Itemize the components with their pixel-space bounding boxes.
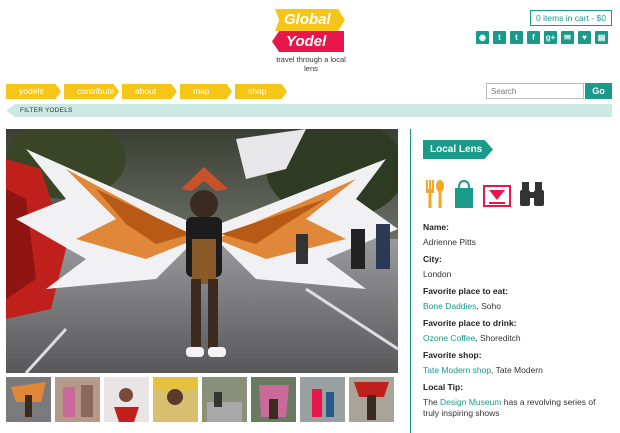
tip-link[interactable]: Design Museum — [440, 397, 501, 407]
name-value: Adrienne Pitts — [423, 237, 476, 247]
eat-link[interactable]: Bone Daddies — [423, 301, 476, 311]
email-icon[interactable]: ✉ — [561, 31, 574, 44]
city-value: London — [423, 269, 452, 279]
tagline: travel through a local lens — [276, 55, 346, 73]
search-go-button[interactable]: Go — [585, 83, 612, 99]
shop-value: Tate Modern shop, Tate Modern — [423, 365, 613, 376]
nav-map[interactable]: map — [180, 84, 232, 99]
drink-value: Ozone Coffee, Shoreditch — [423, 333, 613, 344]
binoculars-icon — [520, 182, 544, 206]
eat-location: , Soho — [476, 301, 501, 311]
facebook-icon[interactable]: f — [527, 31, 540, 44]
nav-yodels[interactable]: yodels — [6, 84, 61, 99]
twitter-icon[interactable]: t — [493, 31, 506, 44]
drink-label: Favorite place to drink: — [423, 318, 517, 328]
google-plus-icon[interactable]: g+ — [544, 31, 557, 44]
shopping-bag-icon — [455, 180, 473, 208]
logo-yodel[interactable]: Yodel — [272, 31, 344, 52]
nav-shop[interactable]: shop — [235, 84, 287, 99]
local-lens-badge: Local Lens — [423, 140, 493, 159]
tip-prefix: The — [423, 397, 441, 407]
eat-value: Bone Daddies, Soho — [423, 301, 613, 312]
eat-label: Favorite place to eat: — [423, 286, 509, 296]
drink-location: , Shoreditch — [475, 333, 521, 343]
drink-link[interactable]: Ozone Coffee — [423, 333, 475, 343]
thumbnail[interactable] — [251, 377, 296, 422]
tumblr-icon[interactable]: t — [510, 31, 523, 44]
thumbnail[interactable] — [349, 377, 394, 422]
shop-label: Favorite shop: — [423, 350, 482, 360]
like-icon[interactable]: ♥ — [578, 31, 591, 44]
thumbnail[interactable] — [55, 377, 100, 422]
book-icon[interactable]: ▤ — [595, 31, 608, 44]
column-divider — [410, 129, 411, 433]
shop-location: , Tate Modern — [491, 365, 543, 375]
fork-spoon-icon — [426, 180, 444, 208]
shop-link[interactable]: Tate Modern shop — [423, 365, 491, 375]
local-lens-info: Name: Adrienne Pitts City: London Favori… — [423, 222, 613, 419]
thumbnail[interactable] — [202, 377, 247, 422]
social-links: ◉ t t f g+ ✉ ♥ ▤ — [476, 31, 608, 45]
category-icons — [423, 180, 545, 208]
nav-about[interactable]: about — [122, 84, 177, 99]
logo-global[interactable]: Global — [275, 9, 345, 31]
cart-button[interactable]: 0 items in cart - $0 — [530, 10, 612, 26]
search-input[interactable] — [486, 83, 584, 99]
thumbnail[interactable] — [153, 377, 198, 422]
thumbnail-strip — [6, 377, 394, 422]
tip-label: Local Tip: — [423, 382, 463, 392]
thumbnail[interactable] — [300, 377, 345, 422]
filter-yodels-bar[interactable]: FILTER YODELS — [6, 104, 612, 117]
thumbnail[interactable] — [6, 377, 51, 422]
main-nav: yodels contribute about map shop — [6, 84, 290, 99]
instagram-icon[interactable]: ◉ — [476, 31, 489, 44]
thumbnail[interactable] — [104, 377, 149, 422]
city-label: City: — [423, 254, 442, 264]
main-photo[interactable] — [6, 129, 398, 373]
cocktail-icon — [483, 185, 511, 207]
tip-value: The Design Museum has a revolving series… — [423, 397, 613, 419]
name-label: Name: — [423, 222, 449, 232]
nav-contribute[interactable]: contribute — [64, 84, 119, 99]
